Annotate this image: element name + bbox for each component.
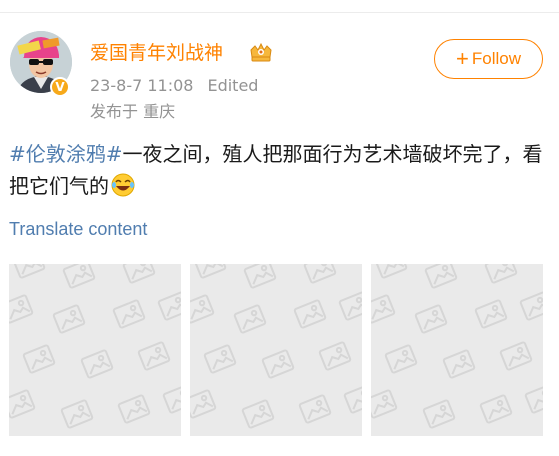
follow-label: Follow — [471, 49, 521, 68]
post-meta: 23-8-7 11:08 Edited — [90, 75, 258, 97]
username[interactable]: 爱国青年刘战神 — [90, 40, 223, 66]
photo-thumbnail[interactable] — [371, 264, 543, 436]
laughing-tears-emoji-icon — [111, 173, 135, 206]
image-placeholder-icon — [190, 264, 362, 429]
photo-thumbnail[interactable] — [9, 264, 181, 436]
follow-button[interactable]: + Follow — [434, 39, 543, 79]
photo-thumbnail[interactable] — [190, 264, 362, 436]
plus-icon: + — [456, 46, 469, 71]
image-placeholder-icon — [9, 264, 181, 429]
timestamp: 23-8-7 11:08 — [90, 76, 194, 95]
location: 发布于 重庆 — [90, 102, 176, 121]
image-placeholder-icon — [371, 264, 543, 429]
top-divider — [0, 12, 559, 13]
translate-link[interactable]: Translate content — [9, 216, 147, 242]
edited-label[interactable]: Edited — [207, 76, 258, 95]
post-text: #伦敦涂鸦#一夜之间，殖人把那面行为艺术墙破坏完了，看把它们气的 — [9, 138, 549, 206]
verified-badge: V — [50, 77, 70, 97]
crown-badge-icon[interactable] — [247, 42, 275, 64]
topic-link[interactable]: #伦敦涂鸦# — [9, 142, 123, 166]
